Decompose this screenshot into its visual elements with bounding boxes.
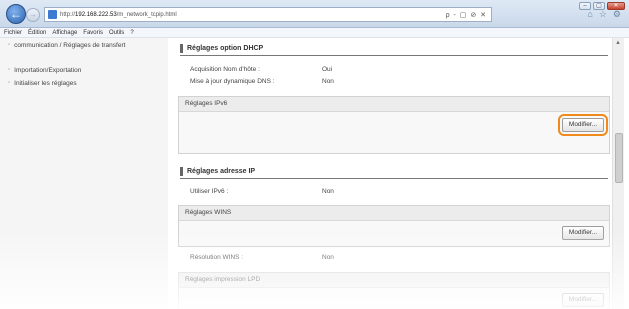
menu-fichier[interactable]: Fichier (4, 28, 22, 37)
ipv6-modify-button[interactable]: Modifier... (558, 114, 608, 136)
ipv6-settings-panel: Réglages IPv6 Modifier... (178, 96, 610, 154)
close-button[interactable]: ✕ (607, 2, 625, 10)
lpd-settings-panel: Réglages impression LPD Modifier... (178, 272, 610, 309)
bullet-icon: ▫ (8, 80, 11, 86)
browser-toolbar: ← → http:// 192.168.222.53 /m_network_tc… (0, 0, 629, 28)
wins-toolbar: Modifier... (179, 220, 609, 246)
home-icon[interactable]: ⌂ (587, 9, 592, 20)
sidebar: ▫ communication / Réglages de transfert … (0, 38, 168, 309)
dns-update-label: Mise à jour dynamique DNS : (190, 78, 275, 85)
hostname-acquisition-label: Acquisition Nom d'hôte : (190, 66, 260, 73)
sidebar-item-import-export[interactable]: ▫ Importation/Exportation (8, 67, 81, 74)
window-controls: – ▢ ✕ (579, 2, 625, 10)
dhcp-section-title: Réglages option DHCP (180, 44, 263, 53)
browser-icons: ⌂ ☆ ⚙ (587, 9, 621, 20)
menu-bar: Fichier Édition Affichage Favoris Outils… (0, 28, 629, 38)
menu-outils[interactable]: Outils (109, 28, 124, 37)
ipv6-toolbar: Modifier... (179, 111, 609, 153)
scroll-up-icon[interactable]: ▲ (615, 40, 621, 46)
favorites-star-icon[interactable]: ☆ (599, 9, 607, 20)
maximize-button[interactable]: ▢ (593, 2, 605, 10)
address-bar[interactable]: http:// 192.168.222.53 /m_network_tcpip.… (44, 7, 492, 22)
section-divider (180, 178, 608, 179)
menu-affichage[interactable]: Affichage (52, 28, 77, 37)
wins-resolution-label: Résolution WINS : (190, 254, 244, 261)
wins-resolution-value: Non (322, 254, 334, 261)
ip-address-section-title: Réglages adresse IP (180, 167, 255, 176)
section-divider (180, 55, 608, 56)
lpd-settings-title: Réglages impression LPD (185, 276, 261, 283)
url-path: /m_network_tcpip.html (116, 11, 177, 18)
wins-settings-panel: Réglages WINS Modifier... (178, 205, 610, 247)
sidebar-item-label: Initialiser les réglages (14, 80, 77, 87)
dns-update-value: Non (322, 78, 334, 85)
use-ipv6-label: Utiliser IPv6 : (190, 188, 229, 195)
ipv6-settings-title: Réglages IPv6 (185, 100, 228, 107)
main-content: Réglages option DHCP Acquisition Nom d'h… (170, 38, 610, 309)
url-host: 192.168.222.53 (75, 11, 117, 18)
address-tools[interactable]: ρ - ▢ ⊘ ✕ (446, 11, 487, 19)
sidebar-item-label: communication / Réglages de transfert (14, 42, 126, 49)
use-ipv6-value: Non (322, 188, 334, 195)
sidebar-item-label: Importation/Exportation (14, 67, 82, 74)
sidebar-item-communication[interactable]: ▫ communication / Réglages de transfert (8, 42, 158, 49)
vertical-scrollbar[interactable]: ▲ (612, 38, 624, 309)
scroll-thumb[interactable] (615, 133, 623, 183)
gear-icon[interactable]: ⚙ (613, 9, 621, 20)
hostname-acquisition-value: Oui (322, 66, 333, 73)
menu-help[interactable]: ? (130, 28, 133, 37)
sidebar-item-reset[interactable]: ▫ Initialiser les réglages (8, 80, 77, 87)
lpd-toolbar: Modifier... (179, 287, 609, 309)
back-button[interactable]: ← (6, 4, 26, 24)
bullet-icon: ▫ (8, 67, 11, 73)
minimize-button[interactable]: – (579, 2, 591, 10)
lpd-modify-button[interactable]: Modifier... (562, 293, 604, 307)
site-icon (48, 10, 57, 19)
bullet-icon: ▫ (8, 42, 11, 48)
wins-settings-title: Réglages WINS (185, 209, 232, 216)
menu-favoris[interactable]: Favoris (83, 28, 103, 37)
url-prefix: http:// (60, 11, 76, 18)
wins-modify-button[interactable]: Modifier... (562, 226, 604, 240)
menu-edition[interactable]: Édition (28, 28, 46, 37)
forward-button[interactable]: → (26, 8, 40, 22)
